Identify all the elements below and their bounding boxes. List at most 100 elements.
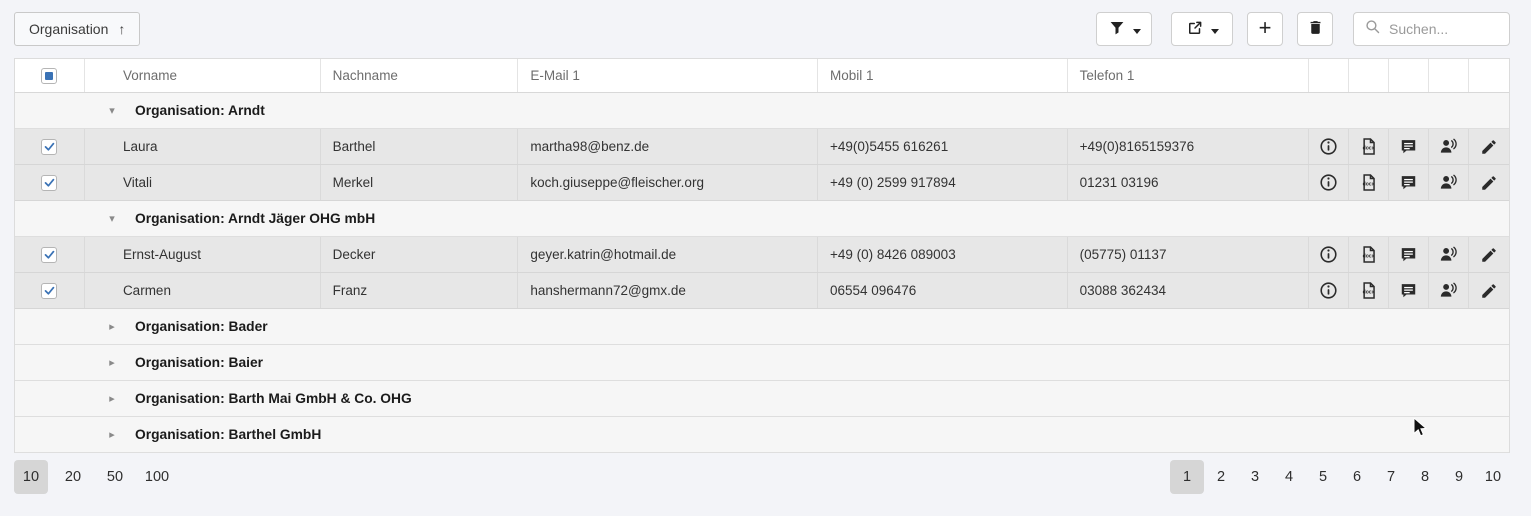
page-size-20[interactable]: 20	[56, 460, 90, 494]
group-label: Organisation: Barthel GmbH	[135, 427, 321, 442]
chevron-down-icon	[1133, 22, 1141, 37]
row-select-cell	[15, 129, 85, 164]
search-input[interactable]	[1389, 21, 1499, 37]
pagination-bar: 10 20 50 100 1 2 3 4 5 6 7 8 9 10	[14, 460, 1510, 494]
page-size-50[interactable]: 50	[98, 460, 132, 494]
table-row[interactable]: Carmen Franz hanshermann72@gmx.de 06554 …	[15, 273, 1509, 309]
person-speaking-button[interactable]	[1436, 242, 1462, 268]
column-header-action4	[1429, 59, 1469, 92]
docx-export-button[interactable]: docx	[1356, 278, 1382, 304]
info-button[interactable]	[1316, 170, 1342, 196]
sort-chip-label: Organisation	[29, 21, 108, 37]
column-header-nachname[interactable]: Nachname	[321, 59, 519, 92]
expand-group-icon[interactable]: ▸	[105, 428, 119, 441]
chevron-down-icon	[1211, 22, 1219, 37]
docx-export-button[interactable]: docx	[1356, 134, 1382, 160]
add-button[interactable]: +	[1247, 12, 1283, 46]
sort-chip-organisation[interactable]: Organisation ↑	[14, 12, 140, 46]
column-header-action1	[1309, 59, 1349, 92]
page-number-5[interactable]: 5	[1306, 460, 1340, 494]
group-row-arndt-jaeger[interactable]: ▾ Organisation: Arndt Jäger OHG mbH	[15, 201, 1509, 237]
row-checkbox[interactable]	[41, 283, 57, 299]
page-size-100[interactable]: 100	[140, 460, 174, 494]
column-header-mobil[interactable]: Mobil 1	[818, 59, 1068, 92]
cell-mobil: +49 (0) 8426 089003	[818, 237, 1068, 272]
page-size-10[interactable]: 10	[14, 460, 48, 494]
cell-email: hanshermann72@gmx.de	[518, 273, 818, 308]
expand-group-icon[interactable]: ▸	[105, 392, 119, 405]
cell-telefon: +49(0)8165159376	[1068, 129, 1310, 164]
person-speaking-button[interactable]	[1436, 170, 1462, 196]
edit-button[interactable]	[1476, 278, 1502, 304]
cell-vorname: Vitali	[85, 165, 321, 200]
checkmark-icon	[43, 176, 56, 189]
row-checkbox[interactable]	[41, 139, 57, 155]
collapse-group-icon[interactable]: ▾	[105, 212, 119, 225]
export-button[interactable]	[1171, 12, 1233, 46]
column-header-email[interactable]: E-Mail 1	[518, 59, 818, 92]
page-number-8[interactable]: 8	[1408, 460, 1442, 494]
row-select-cell	[15, 237, 85, 272]
svg-text:docx: docx	[1363, 182, 1375, 188]
table-row[interactable]: Ernst-August Decker geyer.katrin@hotmail…	[15, 237, 1509, 273]
expand-group-icon[interactable]: ▸	[105, 356, 119, 369]
group-row-arndt[interactable]: ▾ Organisation: Arndt	[15, 93, 1509, 129]
expand-group-icon[interactable]: ▸	[105, 320, 119, 333]
row-checkbox[interactable]	[41, 247, 57, 263]
filter-button[interactable]	[1096, 12, 1152, 46]
edit-button[interactable]	[1476, 134, 1502, 160]
comment-button[interactable]	[1396, 134, 1422, 160]
page-number-4[interactable]: 4	[1272, 460, 1306, 494]
info-button[interactable]	[1316, 278, 1342, 304]
toolbar: Organisation ↑ +	[14, 12, 1510, 46]
cell-nachname: Merkel	[321, 165, 519, 200]
row-checkbox[interactable]	[41, 175, 57, 191]
column-header-vorname[interactable]: Vorname	[85, 59, 321, 92]
select-all-checkbox[interactable]	[41, 68, 57, 84]
contacts-grid: Vorname Nachname E-Mail 1 Mobil 1 Telefo…	[14, 58, 1510, 453]
column-header-action2	[1349, 59, 1389, 92]
svg-text:docx: docx	[1363, 146, 1375, 152]
collapse-group-icon[interactable]: ▾	[105, 104, 119, 117]
info-button[interactable]	[1316, 134, 1342, 160]
group-row-bader[interactable]: ▸ Organisation: Bader	[15, 309, 1509, 345]
info-button[interactable]	[1316, 242, 1342, 268]
person-speaking-button[interactable]	[1436, 278, 1462, 304]
comment-button[interactable]	[1396, 170, 1422, 196]
cell-email: martha98@benz.de	[518, 129, 818, 164]
column-header-telefon[interactable]: Telefon 1	[1068, 59, 1310, 92]
cell-telefon: (05775) 01137	[1068, 237, 1310, 272]
page-number-9[interactable]: 9	[1442, 460, 1476, 494]
docx-export-button[interactable]: docx	[1356, 170, 1382, 196]
group-label: Organisation: Arndt	[135, 103, 265, 118]
svg-text:docx: docx	[1363, 254, 1375, 260]
cell-email: geyer.katrin@hotmail.de	[518, 237, 818, 272]
group-label: Organisation: Barth Mai GmbH & Co. OHG	[135, 391, 412, 406]
person-speaking-button[interactable]	[1436, 134, 1462, 160]
page-number-6[interactable]: 6	[1340, 460, 1374, 494]
group-row-baier[interactable]: ▸ Organisation: Baier	[15, 345, 1509, 381]
grid-header-row: Vorname Nachname E-Mail 1 Mobil 1 Telefo…	[15, 59, 1509, 93]
edit-button[interactable]	[1476, 242, 1502, 268]
column-header-action5	[1469, 59, 1509, 92]
row-select-cell	[15, 165, 85, 200]
page-number-1[interactable]: 1	[1170, 460, 1204, 494]
group-row-barth-mai[interactable]: ▸ Organisation: Barth Mai GmbH & Co. OHG	[15, 381, 1509, 417]
docx-export-button[interactable]: docx	[1356, 242, 1382, 268]
comment-button[interactable]	[1396, 242, 1422, 268]
page-number-10[interactable]: 10	[1476, 460, 1510, 494]
comment-button[interactable]	[1396, 278, 1422, 304]
page-number-7[interactable]: 7	[1374, 460, 1408, 494]
delete-button[interactable]	[1297, 12, 1333, 46]
checkmark-icon	[43, 248, 56, 261]
page-number-3[interactable]: 3	[1238, 460, 1272, 494]
table-row[interactable]: Vitali Merkel koch.giuseppe@fleischer.or…	[15, 165, 1509, 201]
page-size-selector: 10 20 50 100	[14, 460, 182, 494]
group-row-barthel-gmbh[interactable]: ▸ Organisation: Barthel GmbH	[15, 417, 1509, 453]
cell-telefon: 01231 03196	[1068, 165, 1310, 200]
trash-icon	[1307, 19, 1324, 39]
table-row[interactable]: Laura Barthel martha98@benz.de +49(0)545…	[15, 129, 1509, 165]
column-header-action3	[1389, 59, 1429, 92]
edit-button[interactable]	[1476, 170, 1502, 196]
page-number-2[interactable]: 2	[1204, 460, 1238, 494]
